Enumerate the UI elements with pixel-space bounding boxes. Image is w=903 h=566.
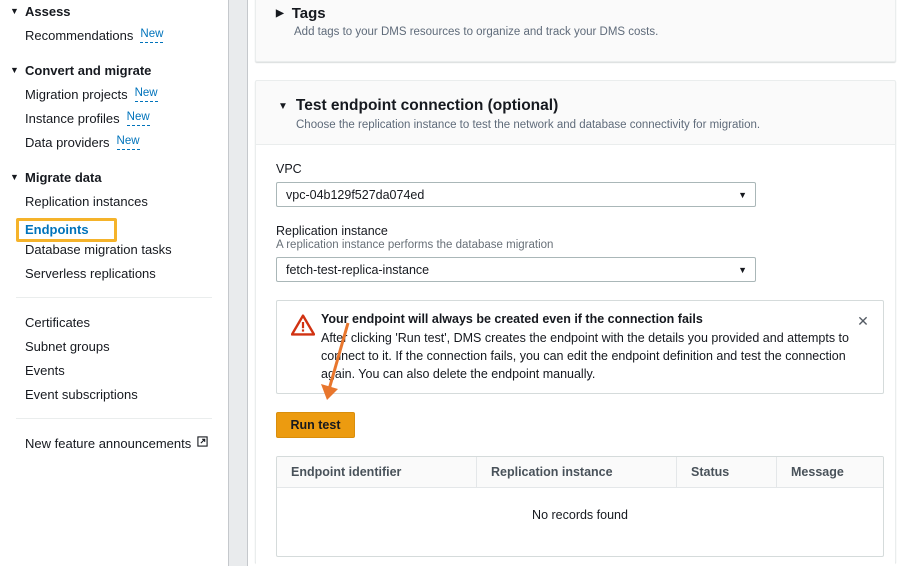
nav-group-assess: ▼ Assess Recommendations New — [0, 0, 228, 47]
sidebar-item-label: New feature announcements — [25, 436, 191, 451]
nav-group-label: Migrate data — [25, 170, 102, 185]
sidebar-item-label: Events — [25, 363, 65, 378]
alert-body: After clicking 'Run test', DMS creates t… — [321, 329, 849, 383]
new-badge: New — [135, 87, 158, 102]
sidebar-item-event-subscriptions[interactable]: Event subscriptions — [0, 382, 228, 406]
field-gap — [276, 207, 875, 224]
column-header-status: Status — [677, 457, 777, 487]
nav-group-label: Convert and migrate — [25, 63, 151, 78]
test-endpoint-section-header[interactable]: ▼ Test endpoint connection (optional) — [278, 97, 875, 115]
tags-section-title: Tags — [292, 5, 326, 22]
nav-group-label: Assess — [25, 4, 71, 19]
table-header-row: Endpoint identifier Replication instance… — [277, 457, 883, 488]
sidebar-navigation: ▼ Assess Recommendations New ▼ Convert a… — [0, 0, 228, 566]
sidebar-item-database-migration-tasks[interactable]: Database migration tasks — [0, 237, 228, 261]
sidebar-divider — [16, 418, 212, 419]
column-header-replication-instance: Replication instance — [477, 457, 677, 487]
nav-group-header-migrate-data[interactable]: ▼ Migrate data — [0, 166, 228, 189]
sidebar-item-events[interactable]: Events — [0, 358, 228, 382]
table-empty-state: No records found — [277, 488, 883, 556]
test-endpoint-description: Choose the replication instance to test … — [278, 119, 875, 131]
warning-triangle-icon — [291, 314, 317, 341]
tags-section-card: ▶ Tags Add tags to your DMS resources to… — [255, 0, 896, 62]
tags-section-header[interactable]: ▶ Tags — [276, 5, 875, 22]
sidebar-item-label: Event subscriptions — [25, 387, 138, 402]
sidebar-item-instance-profiles[interactable]: Instance profiles New — [0, 106, 228, 130]
chevron-down-icon: ▼ — [10, 7, 22, 16]
sidebar-item-label: Replication instances — [25, 194, 148, 209]
chevron-down-icon: ▼ — [10, 66, 22, 75]
endpoint-creation-warning-alert: Your endpoint will always be created eve… — [276, 300, 884, 394]
sidebar-item-label: Recommendations — [25, 28, 133, 43]
sidebar-item-certificates[interactable]: Certificates — [0, 310, 228, 334]
nav-spacer — [0, 154, 228, 166]
sidebar-item-replication-instances[interactable]: Replication instances — [0, 189, 228, 213]
sidebar-divider — [16, 297, 212, 298]
sidebar-item-label: Certificates — [25, 315, 90, 330]
replication-instance-select[interactable]: fetch-test-replica-instance ▼ — [276, 257, 756, 282]
nav-group-secondary: Certificates Subnet groups Events Event … — [0, 310, 228, 406]
new-badge: New — [117, 135, 140, 150]
sidebar-item-recommendations[interactable]: Recommendations New — [0, 23, 228, 47]
sidebar-item-label: Serverless replications — [25, 266, 156, 281]
run-test-button-label: Run test — [291, 418, 341, 432]
chevron-right-icon: ▶ — [276, 8, 284, 19]
new-badge: New — [140, 28, 163, 43]
test-endpoint-title: Test endpoint connection (optional) — [296, 97, 558, 115]
vpc-select[interactable]: vpc-04b129f527da074ed ▼ — [276, 182, 756, 207]
chevron-down-icon: ▼ — [738, 190, 747, 200]
test-endpoint-header: ▼ Test endpoint connection (optional) Ch… — [256, 81, 895, 144]
sidebar-item-subnet-groups[interactable]: Subnet groups — [0, 334, 228, 358]
dms-endpoint-page: ▼ Assess Recommendations New ▼ Convert a… — [0, 0, 903, 566]
sidebar-item-new-feature-announcements[interactable]: New feature announcements — [0, 431, 228, 455]
close-icon[interactable]: ✕ — [855, 313, 871, 329]
run-test-button[interactable]: Run test — [276, 412, 355, 438]
vpc-select-value: vpc-04b129f527da074ed — [286, 188, 424, 202]
test-endpoint-connection-card: ▼ Test endpoint connection (optional) Ch… — [255, 80, 896, 563]
sidebar-item-data-providers[interactable]: Data providers New — [0, 130, 228, 154]
test-results-table: Endpoint identifier Replication instance… — [276, 456, 884, 557]
chevron-down-icon: ▼ — [10, 173, 22, 182]
column-header-endpoint-identifier: Endpoint identifier — [277, 457, 477, 487]
sidebar-item-endpoints-label[interactable]: Endpoints — [25, 222, 89, 237]
vpc-label: VPC — [276, 162, 875, 176]
sidebar-item-migration-projects[interactable]: Migration projects New — [0, 82, 228, 106]
sidebar-item-label: Database migration tasks — [25, 242, 172, 257]
replication-instance-description: A replication instance performs the data… — [276, 239, 875, 251]
external-link-icon — [197, 436, 208, 450]
alert-title: Your endpoint will always be created eve… — [321, 311, 849, 328]
sidebar-item-label: Subnet groups — [25, 339, 110, 354]
nav-group-header-assess[interactable]: ▼ Assess — [0, 0, 228, 23]
nav-group-header-convert-and-migrate[interactable]: ▼ Convert and migrate — [0, 59, 228, 82]
main-content: ▶ Tags Add tags to your DMS resources to… — [248, 0, 903, 566]
chevron-down-icon: ▼ — [278, 101, 288, 112]
test-endpoint-body: VPC vpc-04b129f527da074ed ▼ Replication … — [256, 145, 895, 566]
panel-resizer[interactable] — [228, 0, 248, 566]
new-badge: New — [127, 111, 150, 126]
replication-instance-label: Replication instance — [276, 224, 875, 238]
column-header-message: Message — [777, 457, 883, 487]
chevron-down-icon: ▼ — [738, 265, 747, 275]
sidebar-item-label: Instance profiles — [25, 111, 120, 126]
replication-instance-select-value: fetch-test-replica-instance — [286, 263, 429, 277]
sidebar-item-label: Migration projects — [25, 87, 128, 102]
nav-group-convert-and-migrate: ▼ Convert and migrate Migration projects… — [0, 59, 228, 154]
sidebar-item-label: Data providers — [25, 135, 110, 150]
alert-text-block: Your endpoint will always be created eve… — [317, 311, 873, 383]
sidebar-item-serverless-replications[interactable]: Serverless replications — [0, 261, 228, 285]
nav-spacer — [0, 47, 228, 59]
tags-section-description: Add tags to your DMS resources to organi… — [276, 26, 875, 38]
